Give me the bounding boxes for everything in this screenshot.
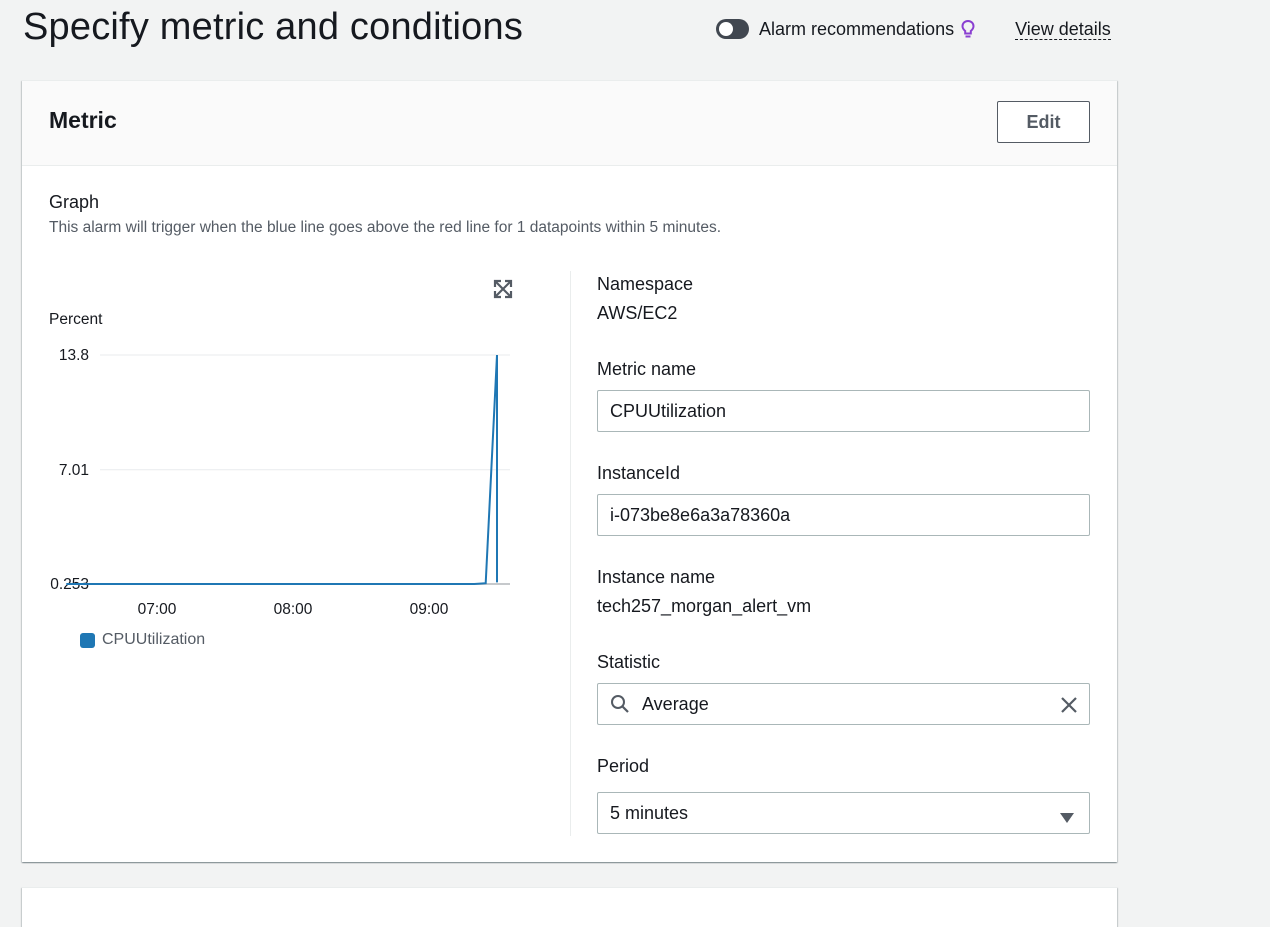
instance-id-label: InstanceId: [597, 463, 681, 483]
clear-icon[interactable]: [1059, 695, 1079, 720]
graph-heading: Graph: [49, 192, 100, 212]
x-tick-label: 07:00: [138, 601, 177, 618]
namespace-value: AWS/EC2: [597, 303, 678, 323]
x-tick-label: 08:00: [274, 601, 313, 618]
legend-swatch: [80, 632, 95, 648]
metric-name-label: Metric name: [597, 359, 697, 379]
edit-button[interactable]: Edit: [997, 101, 1090, 143]
next-panel: [22, 887, 1117, 927]
alarm-recommendations-label: Alarm recommendations: [759, 18, 955, 39]
statistic-label: Statistic: [597, 652, 661, 672]
graph-description: This alarm will trigger when the blue li…: [49, 219, 722, 236]
period-value: 5 minutes: [610, 802, 689, 823]
x-tick-label: 09:00: [410, 601, 449, 618]
metric-panel-title: Metric: [49, 107, 117, 133]
view-details-link[interactable]: View details: [1015, 19, 1111, 40]
column-divider: [570, 271, 571, 836]
period-select[interactable]: 5 minutes: [597, 792, 1090, 834]
statistic-search-field[interactable]: Average: [597, 683, 1090, 725]
lightbulb-icon: [961, 19, 975, 39]
caret-down-icon: [1059, 808, 1075, 829]
legend-label: CPUUtilization: [102, 631, 206, 648]
metric-name-value: CPUUtilization: [610, 400, 727, 421]
instance-name-label: Instance name: [597, 567, 716, 587]
alarm-recommendations-bar: Alarm recommendations View details: [716, 16, 1111, 42]
chart-legend[interactable]: CPUUtilization: [80, 631, 205, 649]
y-tick-label: 7.01: [59, 462, 89, 479]
metric-name-field[interactable]: CPUUtilization: [597, 390, 1090, 432]
metric-panel-header: Metric Edit: [22, 81, 1117, 166]
instance-id-value: i-073be8e6a3a78360a: [610, 504, 791, 525]
cpu-utilization-chart: 13.87.010.25307:00 08:00 09:00: [50, 347, 510, 618]
statistic-value: Average: [642, 693, 709, 714]
metric-panel: Metric Edit Graph This alarm will trigge…: [22, 80, 1117, 862]
search-icon: [610, 694, 630, 714]
page-title: Specify metric and conditions: [23, 6, 524, 48]
y-axis-unit: Percent: [49, 311, 103, 328]
y-tick-label: 13.8: [59, 347, 89, 364]
namespace-label: Namespace: [597, 274, 694, 294]
instance-name-value: tech257_morgan_alert_vm: [597, 596, 812, 616]
toggle-knob: [719, 22, 733, 36]
expand-icon[interactable]: [492, 278, 514, 305]
period-label: Period: [597, 756, 650, 776]
instance-id-field[interactable]: i-073be8e6a3a78360a: [597, 494, 1090, 536]
alarm-recommendations-toggle[interactable]: [716, 19, 749, 39]
